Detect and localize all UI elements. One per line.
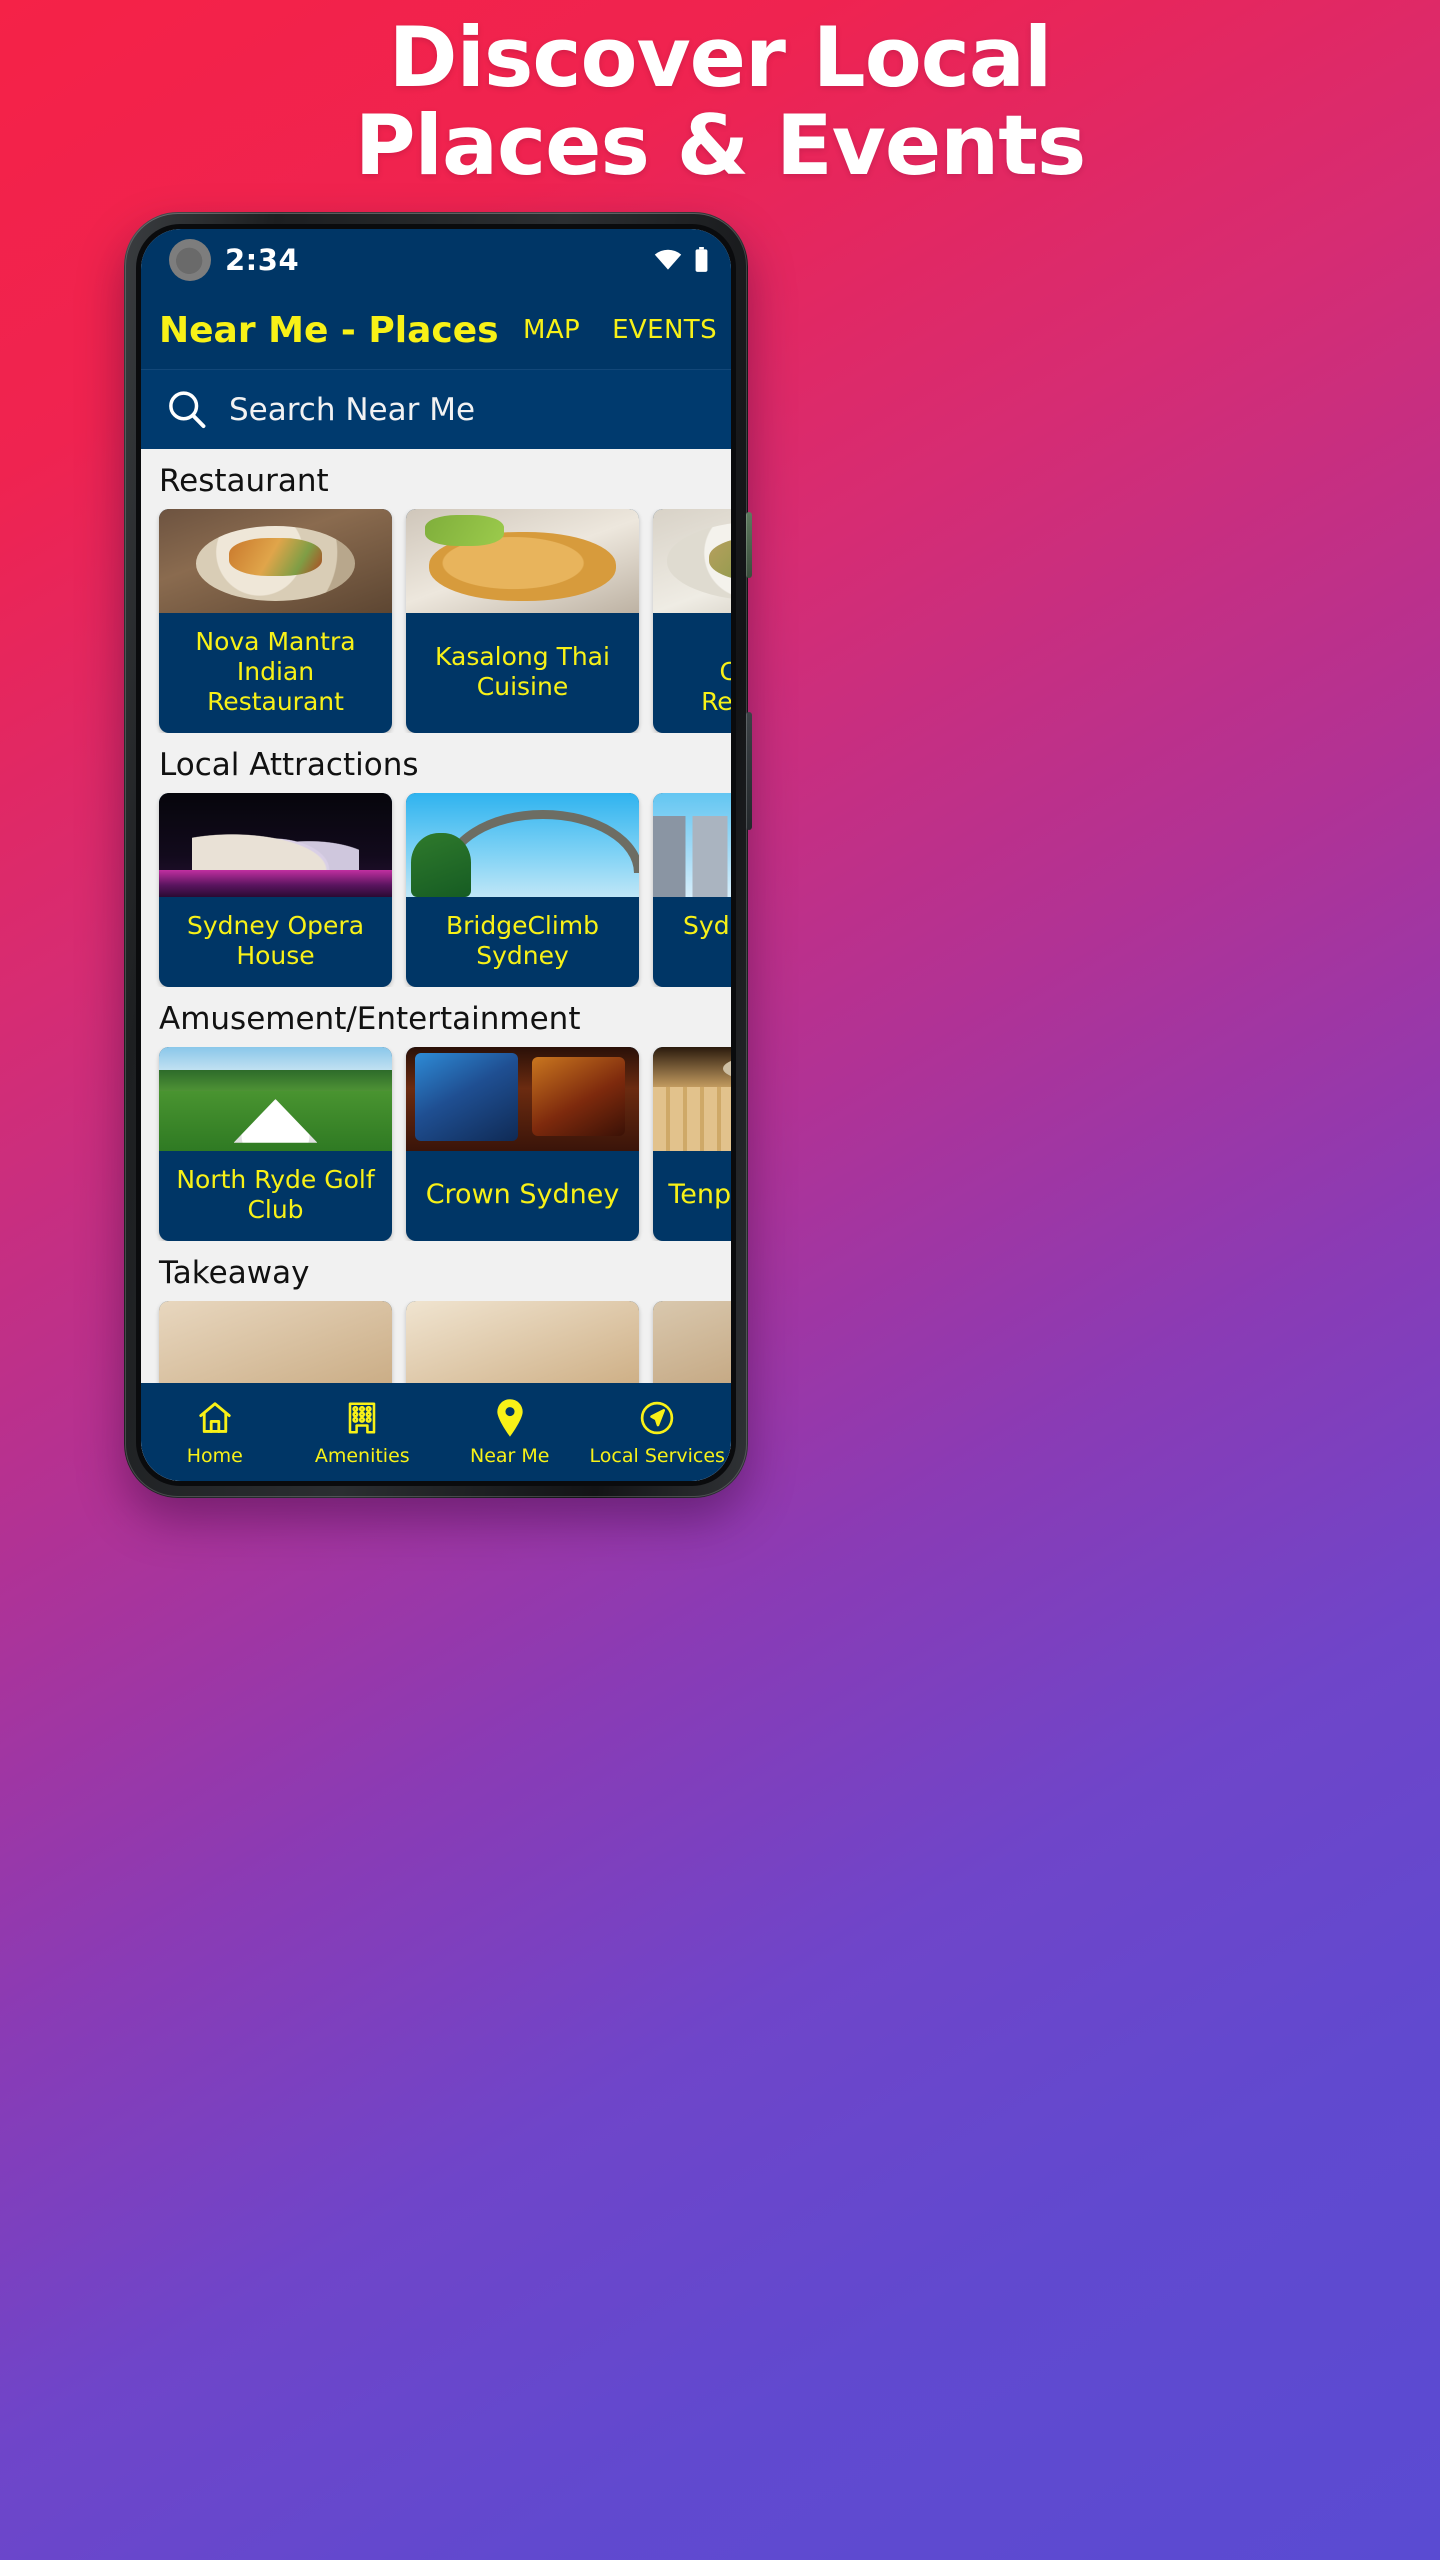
place-card-label: Noble Chinese Restaurant bbox=[701, 657, 731, 716]
poster-headline: Discover Local Places & Events bbox=[0, 14, 1440, 190]
power-button[interactable] bbox=[746, 712, 752, 830]
place-card-label: Nova Mantra Indian Restaurant bbox=[195, 627, 356, 716]
app-bar-actions: MAP EVENTS bbox=[523, 315, 731, 345]
app-bar: Near Me - Places MAP EVENTS bbox=[141, 291, 731, 369]
bottom-navigation-bar: Home Amenities Near Me Local Services bbox=[141, 1383, 731, 1481]
place-card-image bbox=[159, 509, 392, 613]
nav-label-amenities: Amenities bbox=[314, 1445, 410, 1467]
place-card[interactable]: North Ryde Golf Club bbox=[159, 1047, 392, 1241]
place-card[interactable]: Noble Chinese Restaurant bbox=[653, 509, 731, 733]
location-pin-icon bbox=[494, 1397, 526, 1439]
place-card-label: Sydney Opera House bbox=[186, 911, 365, 970]
place-card-image bbox=[406, 509, 639, 613]
place-card-image bbox=[406, 793, 639, 897]
status-bar: 2:34 bbox=[141, 229, 731, 291]
place-card[interactable]: Nova Mantra Indian Restaurant bbox=[159, 509, 392, 733]
casino-interior-photo bbox=[406, 1047, 639, 1151]
card-row-amusement-entertainment[interactable]: North Ryde Golf Club Crown Sydney Tenpin… bbox=[141, 1047, 731, 1241]
nav-item-local-services[interactable]: Local Services bbox=[584, 1397, 732, 1467]
phone-screen: 2:34 Near Me - Places MAP EVENTS Search … bbox=[141, 229, 731, 1481]
places-list[interactable]: Restaurant Nova Mantra Indian Restaurant… bbox=[141, 449, 731, 1481]
card-row-restaurant[interactable]: Nova Mantra Indian Restaurant Kasalong T… bbox=[141, 509, 731, 733]
map-action-button[interactable]: MAP bbox=[523, 315, 580, 345]
place-card[interactable]: Crown Sydney bbox=[406, 1047, 639, 1241]
nav-item-home[interactable]: Home bbox=[141, 1397, 289, 1467]
battery-icon bbox=[694, 247, 709, 273]
home-icon bbox=[196, 1397, 234, 1439]
section-title-restaurant: Restaurant bbox=[159, 463, 329, 499]
nav-label-local-services: Local Services bbox=[589, 1445, 725, 1467]
sydney-opera-house-photo bbox=[159, 793, 392, 897]
bowling-alley-photo bbox=[653, 1047, 731, 1151]
status-bar-clock: 2:34 bbox=[225, 243, 300, 277]
wifi-icon bbox=[653, 248, 683, 272]
section-title-local-attractions: Local Attractions bbox=[159, 747, 419, 783]
place-card-image bbox=[653, 1047, 731, 1151]
nav-label-home: Home bbox=[186, 1445, 243, 1467]
place-card-label: Tenpin Bowling bbox=[668, 1179, 731, 1210]
nav-item-near-me[interactable]: Near Me bbox=[436, 1397, 584, 1467]
harbour-bridge-photo bbox=[406, 793, 639, 897]
volume-button[interactable] bbox=[746, 512, 752, 578]
search-bar[interactable]: Search Near Me bbox=[141, 369, 731, 449]
headline-line-1: Discover Local bbox=[388, 9, 1053, 106]
indian-thali-photo bbox=[159, 509, 392, 613]
section-title-takeaway: Takeaway bbox=[159, 1255, 310, 1291]
status-bar-indicators bbox=[653, 247, 709, 273]
card-row-local-attractions[interactable]: Sydney Opera House BridgeClimb Sydney Sy… bbox=[141, 793, 731, 987]
place-card-label: BridgeClimb Sydney bbox=[445, 911, 600, 970]
place-card-label: Sydney Tower Eye bbox=[683, 911, 731, 940]
place-card-image bbox=[653, 793, 731, 897]
headline-line-2: Places & Events bbox=[354, 97, 1087, 194]
building-icon bbox=[344, 1397, 380, 1439]
place-card-label: Crown Sydney bbox=[425, 1179, 620, 1210]
phone-bezel: 2:34 Near Me - Places MAP EVENTS Search … bbox=[136, 224, 736, 1486]
thai-noodles-photo bbox=[406, 509, 639, 613]
events-action-button[interactable]: EVENTS bbox=[612, 315, 717, 345]
nav-label-near-me: Near Me bbox=[470, 1445, 550, 1467]
place-card-image bbox=[653, 509, 731, 613]
phone-device-frame: 2:34 Near Me - Places MAP EVENTS Search … bbox=[124, 212, 752, 1498]
golf-course-photo bbox=[159, 1047, 392, 1151]
place-card-image bbox=[406, 1047, 639, 1151]
place-card-image bbox=[159, 1047, 392, 1151]
search-input[interactable]: Search Near Me bbox=[229, 392, 475, 428]
chinese-dish-photo bbox=[653, 509, 731, 613]
place-card[interactable]: Sydney Tower Eye bbox=[653, 793, 731, 987]
place-card-image bbox=[159, 793, 392, 897]
place-card-label: Kasalong Thai Cuisine bbox=[435, 642, 610, 701]
nav-item-amenities[interactable]: Amenities bbox=[289, 1397, 437, 1467]
place-card[interactable]: BridgeClimb Sydney bbox=[406, 793, 639, 987]
front-camera-punchhole-icon bbox=[169, 239, 211, 281]
search-icon[interactable] bbox=[165, 388, 209, 432]
place-card[interactable]: Tenpin Bowling bbox=[653, 1047, 731, 1241]
place-card[interactable]: Kasalong Thai Cuisine bbox=[406, 509, 639, 733]
navigation-arrow-icon bbox=[638, 1397, 676, 1439]
page-title: Near Me - Places bbox=[159, 309, 499, 351]
sydney-skyline-photo bbox=[653, 793, 731, 897]
poster-canvas: Discover Local Places & Events 2:34 Near… bbox=[0, 0, 1440, 2560]
section-title-amusement-entertainment: Amusement/Entertainment bbox=[159, 1001, 581, 1037]
place-card[interactable]: Sydney Opera House bbox=[159, 793, 392, 987]
place-card-label: North Ryde Golf Club bbox=[176, 1165, 375, 1224]
